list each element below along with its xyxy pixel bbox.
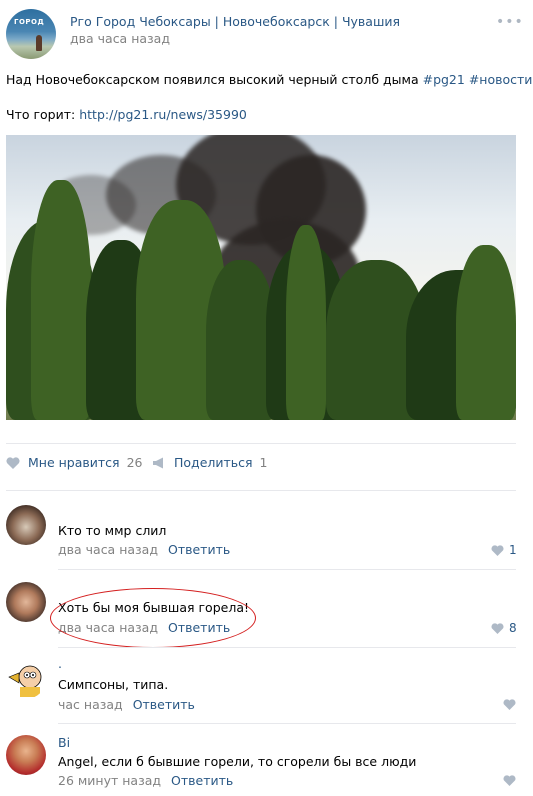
- comment-like-button[interactable]: [503, 775, 521, 786]
- heart-icon: [491, 544, 504, 556]
- comment-time[interactable]: 26 минут назад: [58, 773, 161, 788]
- like-count: 26: [126, 455, 143, 470]
- post-time[interactable]: два часа назад: [70, 31, 170, 46]
- group-name-link[interactable]: Рго Город Чебоксары | Новочебоксарск | Ч…: [70, 14, 400, 29]
- post-link-line: Что горит: http://pg21.ru/news/35990: [6, 107, 247, 122]
- post-actions: Мне нравится 26 Поделиться 1: [6, 455, 516, 477]
- avatar-figure: [36, 35, 42, 51]
- comment-like-button[interactable]: 1: [491, 543, 517, 557]
- comment-meta: 26 минут назад Ответить: [58, 773, 233, 788]
- post-text-main: Над Новочебоксарском появился высокий че…: [6, 72, 419, 87]
- divider: [58, 569, 516, 570]
- divider: [6, 443, 516, 444]
- like-label: Мне нравится: [28, 455, 120, 470]
- share-button[interactable]: Поделиться 1: [152, 455, 268, 470]
- like-button[interactable]: Мне нравится 26: [6, 455, 142, 470]
- comment-author[interactable]: .: [58, 656, 62, 671]
- heart-icon: [6, 456, 20, 469]
- comment-text: Симпсоны, типа.: [58, 677, 169, 692]
- megaphone-icon: [153, 457, 163, 468]
- commenter-avatar[interactable]: [6, 582, 46, 622]
- share-label: Поделиться: [174, 455, 253, 470]
- post-header: ГОРОД Рго Город Чебоксары | Новочебоксар…: [0, 0, 533, 60]
- commenter-avatar[interactable]: [6, 659, 46, 699]
- reply-button[interactable]: Ответить: [171, 773, 233, 788]
- divider: [6, 490, 516, 491]
- comment-meta: два часа назад Ответить: [58, 542, 230, 557]
- commenter-avatar[interactable]: [6, 735, 46, 775]
- divider: [58, 647, 516, 648]
- heart-icon: [491, 622, 504, 634]
- group-avatar-logo: ГОРОД: [14, 18, 45, 26]
- post-hashtags[interactable]: #pg21 #новости: [423, 72, 533, 87]
- comment-like-button[interactable]: 8: [491, 621, 517, 635]
- comment-text: Кто то ммр слил: [58, 523, 167, 538]
- heart-icon: [503, 699, 516, 710]
- more-options-icon[interactable]: •••: [496, 14, 523, 30]
- comment-author[interactable]: Ві: [58, 735, 70, 750]
- reply-button[interactable]: Ответить: [133, 697, 195, 712]
- comment-like-count: 1: [509, 543, 517, 557]
- share-count: 1: [259, 455, 268, 470]
- heart-icon: [503, 775, 516, 786]
- comment-like-count: 8: [509, 621, 517, 635]
- comment-meta: час назад Ответить: [58, 697, 195, 712]
- news-link[interactable]: http://pg21.ru/news/35990: [79, 107, 247, 122]
- red-highlight-ellipse: [50, 588, 256, 648]
- comment-like-button[interactable]: [503, 699, 521, 710]
- post-photo[interactable]: [6, 135, 516, 420]
- reply-button[interactable]: Ответить: [168, 542, 230, 557]
- divider: [58, 723, 516, 724]
- commenter-avatar[interactable]: [6, 505, 46, 545]
- link-label: Что горит:: [6, 107, 76, 122]
- comment-time[interactable]: час назад: [58, 697, 123, 712]
- cartoon-avatar-icon: [8, 665, 42, 697]
- comment-time[interactable]: два часа назад: [58, 542, 158, 557]
- group-avatar[interactable]: ГОРОД: [6, 9, 56, 59]
- post-text: Над Новочебоксарском появился высокий че…: [6, 70, 532, 89]
- comment-text: Angel, если б бывшие горели, то сгорели …: [58, 754, 417, 769]
